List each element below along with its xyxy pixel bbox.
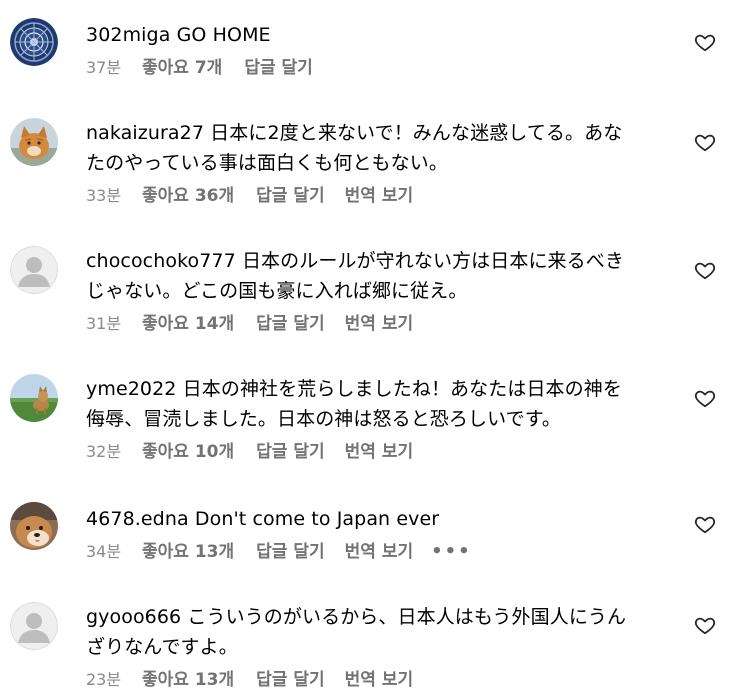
comment-time: 32분 <box>86 442 122 461</box>
comment-text: chocochoko777 日本のルールが守れない方は日本に来るべき じゃない。… <box>86 246 676 306</box>
comment-username[interactable]: gyooo666 <box>86 606 181 628</box>
comment-likes-count[interactable]: 좋아요 14개 <box>142 312 234 336</box>
comment-body-line1: 日本のルールが守れない方は日本に来るべき <box>241 250 624 272</box>
comment-meta: 37분 좋아요 7개 답글 달기 <box>86 56 676 80</box>
comment-meta: 31분 좋아요 14개 답글 달기 번역 보기 <box>86 312 676 336</box>
like-heart-icon[interactable] <box>694 131 716 153</box>
avatar[interactable] <box>10 502 58 550</box>
comment-likes-count[interactable]: 좋아요 36개 <box>142 184 234 208</box>
avatar[interactable] <box>10 18 58 66</box>
comment-time: 23분 <box>86 670 122 689</box>
comment-username[interactable]: nakaizura27 <box>86 122 204 144</box>
like-heart-icon[interactable] <box>694 614 716 636</box>
comment-body-line1: こういうのがいるから、日本人はもう外国人にうん <box>187 606 627 628</box>
avatar[interactable] <box>10 118 58 166</box>
comment-time: 31분 <box>86 314 122 333</box>
comment-meta: 32분 좋아요 10개 답글 달기 번역 보기 <box>86 440 676 464</box>
like-heart-icon[interactable] <box>694 387 716 409</box>
dog-field-photo-icon <box>10 374 58 422</box>
comment-text: nakaizura27 日本に2度と来ないで！みんな迷惑してる。あな たのやって… <box>86 118 676 178</box>
comment-likes-count[interactable]: 좋아요 7개 <box>142 56 222 80</box>
comment-text: yme2022 日本の神社を荒らしましたね！あなたは日本の神を 侮辱、冒涜しまし… <box>86 374 676 434</box>
comment-time: 33분 <box>86 186 122 205</box>
comment-body-line1: 日本に2度と来ないで！みんな迷惑してる。あな <box>210 122 623 144</box>
comment-likes-count[interactable]: 좋아요 13개 <box>142 668 234 692</box>
comment-text: gyooo666 こういうのがいるから、日本人はもう外国人にうん ざりなんですよ… <box>86 602 676 662</box>
translate-button[interactable]: 번역 보기 <box>345 440 413 464</box>
avatar[interactable] <box>10 374 58 422</box>
reply-button[interactable]: 답글 달기 <box>256 184 324 208</box>
reply-button[interactable]: 답글 달기 <box>256 440 324 464</box>
avatar[interactable] <box>10 602 58 650</box>
comment-meta: 34분 좋아요 13개 답글 달기 번역 보기 ••• <box>86 540 676 564</box>
avatar[interactable] <box>10 246 58 294</box>
comment-time: 34분 <box>86 542 122 561</box>
translate-button[interactable]: 번역 보기 <box>345 540 413 564</box>
default-user-icon <box>10 246 58 294</box>
more-options-icon[interactable]: ••• <box>431 540 472 564</box>
reply-button[interactable]: 답글 달기 <box>256 540 324 564</box>
comment-body-line1: 日本の神社を荒らしましたね！あなたは日本の神を <box>182 378 622 400</box>
shiba-dog-photo-icon <box>10 502 58 550</box>
translate-button[interactable]: 번역 보기 <box>345 184 413 208</box>
comment-likes-count[interactable]: 좋아요 13개 <box>142 540 234 564</box>
comment-body-line2: たのやっている事は面白くも何ともない。 <box>86 152 448 174</box>
comment-body-line2: じゃない。どこの国も豪に入れば郷に従え。 <box>86 280 468 302</box>
comment-meta: 23분 좋아요 13개 답글 달기 번역 보기 <box>86 668 676 692</box>
like-heart-icon[interactable] <box>694 513 716 535</box>
comment-text: 4678.edna Don't come to Japan ever <box>86 504 676 534</box>
reply-button[interactable]: 답글 달기 <box>256 312 324 336</box>
translate-button[interactable]: 번역 보기 <box>345 668 413 692</box>
comment-meta: 33분 좋아요 36개 답글 달기 번역 보기 <box>86 184 676 208</box>
mandala-logo-icon <box>10 18 58 66</box>
comment-username[interactable]: yme2022 <box>86 378 177 400</box>
comment-text: 302miga GO HOME <box>86 20 676 50</box>
comment-body: GO HOME <box>176 24 271 46</box>
comment-body: Don't come to Japan ever <box>194 508 440 530</box>
comment-likes-count[interactable]: 좋아요 10개 <box>142 440 234 464</box>
cat-photo-icon <box>10 118 58 166</box>
comment-time: 37분 <box>86 58 122 77</box>
like-heart-icon[interactable] <box>694 259 716 281</box>
reply-button[interactable]: 답글 달기 <box>244 56 312 80</box>
reply-button[interactable]: 답글 달기 <box>256 668 324 692</box>
comment-body-line2: 侮辱、冒涜しました。日本の神は怒ると恐ろしいです。 <box>86 408 562 430</box>
comment-body-line2: ざりなんですよ。 <box>86 636 238 658</box>
comment-username[interactable]: 4678.edna <box>86 508 189 530</box>
default-user-icon <box>10 602 58 650</box>
comment-username[interactable]: chocochoko777 <box>86 250 236 272</box>
translate-button[interactable]: 번역 보기 <box>345 312 413 336</box>
like-heart-icon[interactable] <box>694 31 716 53</box>
comment-username[interactable]: 302miga <box>86 24 170 46</box>
